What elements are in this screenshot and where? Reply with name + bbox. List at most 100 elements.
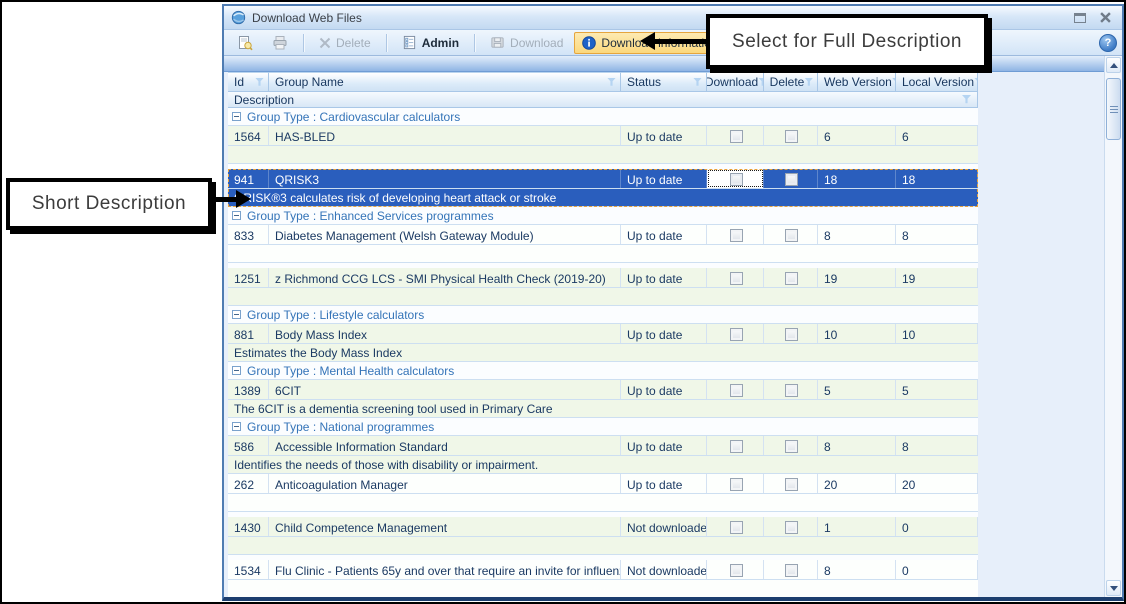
cell-download[interactable] xyxy=(707,517,764,536)
scroll-up-button[interactable] xyxy=(1106,57,1121,73)
column-header-group-name[interactable]: Group Name xyxy=(269,72,621,92)
table-row[interactable]: 941QRISK3Up to date1818 xyxy=(228,169,978,189)
delete-checkbox[interactable] xyxy=(785,478,798,491)
group-header-row[interactable]: Group Type : Enhanced Services programme… xyxy=(228,207,978,225)
delete-checkbox[interactable] xyxy=(785,384,798,397)
delete-checkbox[interactable] xyxy=(785,440,798,453)
group-header-row[interactable]: Group Type : Cardiovascular calculators xyxy=(228,108,978,126)
collapse-icon[interactable] xyxy=(232,211,241,220)
cell-delete[interactable] xyxy=(764,324,818,343)
cell-download[interactable] xyxy=(707,268,764,287)
scrollbar-thumb[interactable] xyxy=(1106,78,1121,140)
description-row[interactable]: Identifies the needs of those with disab… xyxy=(228,456,978,474)
group-header-row[interactable]: Group Type : Lifestyle calculators xyxy=(228,306,978,324)
table-row[interactable]: 13896CITUp to date55 xyxy=(228,380,978,400)
cell-download[interactable] xyxy=(707,126,764,145)
download-checkbox[interactable] xyxy=(730,564,743,577)
description-row[interactable]: Estimates the Body Mass Index xyxy=(228,344,978,362)
delete-checkbox[interactable] xyxy=(785,173,798,186)
description-row[interactable]: QRISK®3 calculates risk of developing he… xyxy=(228,189,978,207)
admin-button[interactable]: Admin xyxy=(394,32,467,54)
download-checkbox[interactable] xyxy=(730,521,743,534)
column-header-delete[interactable]: Delete xyxy=(764,72,818,92)
filter-icon[interactable] xyxy=(693,78,702,87)
delete-checkbox[interactable] xyxy=(785,272,798,285)
delete-checkbox[interactable] xyxy=(785,328,798,341)
help-button[interactable]: ? xyxy=(1099,34,1117,52)
collapse-icon[interactable] xyxy=(232,112,241,121)
table-row[interactable]: 262Anticoagulation ManagerUp to date2020 xyxy=(228,474,978,494)
table-row[interactable]: 1534Flu Clinic - Patients 65y and over t… xyxy=(228,560,978,580)
download-checkbox[interactable] xyxy=(730,440,743,453)
group-header-label: Group Type : Enhanced Services programme… xyxy=(247,209,494,223)
group-header-row[interactable]: Group Type : Mental Health calculators xyxy=(228,362,978,380)
callout-select-full-description: Select for Full Description xyxy=(706,14,988,69)
restore-button[interactable] xyxy=(1074,13,1086,23)
group-header-row[interactable]: Group Type : National programmes xyxy=(228,418,978,436)
vertical-scrollbar[interactable] xyxy=(1104,56,1122,597)
table-row[interactable]: 1251z Richmond CCG LCS - SMI Physical He… xyxy=(228,268,978,288)
cell-delete[interactable] xyxy=(764,517,818,536)
description-row[interactable] xyxy=(228,537,978,555)
collapse-icon[interactable] xyxy=(232,422,241,431)
filter-icon[interactable] xyxy=(974,78,978,87)
cell-download[interactable] xyxy=(707,436,764,455)
cell-download[interactable] xyxy=(707,225,764,244)
table-row[interactable]: 881Body Mass IndexUp to date1010 xyxy=(228,324,978,344)
cell-download[interactable] xyxy=(707,560,764,579)
column-header-download[interactable]: Download xyxy=(707,72,764,92)
column-header-status[interactable]: Status xyxy=(621,72,707,92)
collapse-icon[interactable] xyxy=(232,310,241,319)
cell-download[interactable] xyxy=(707,169,764,188)
download-checkbox[interactable] xyxy=(730,272,743,285)
download-checkbox[interactable] xyxy=(730,384,743,397)
cell-delete[interactable] xyxy=(764,225,818,244)
cell-download[interactable] xyxy=(707,324,764,343)
description-row[interactable] xyxy=(228,245,978,263)
filter-icon[interactable] xyxy=(607,78,616,87)
filter-icon[interactable] xyxy=(962,95,971,104)
table-row[interactable]: 1564HAS-BLEDUp to date66 xyxy=(228,126,978,146)
table-row[interactable]: 833Diabetes Management (Welsh Gateway Mo… xyxy=(228,225,978,245)
delete-checkbox[interactable] xyxy=(785,521,798,534)
description-row[interactable] xyxy=(228,494,978,512)
cell-delete[interactable] xyxy=(764,169,818,188)
description-row[interactable]: The 6CIT is a dementia screening tool us… xyxy=(228,400,978,418)
description-row[interactable] xyxy=(228,580,978,597)
description-row[interactable] xyxy=(228,146,978,164)
download-checkbox[interactable] xyxy=(730,478,743,491)
collapse-icon[interactable] xyxy=(232,366,241,375)
download-button[interactable]: Download xyxy=(482,32,571,54)
cell-delete[interactable] xyxy=(764,268,818,287)
download-checkbox[interactable] xyxy=(730,173,743,186)
column-header-web-version[interactable]: Web Version xyxy=(818,72,896,92)
download-checkbox[interactable] xyxy=(730,229,743,242)
delete-checkbox[interactable] xyxy=(785,564,798,577)
cell-id: 1534 xyxy=(228,560,269,579)
print-button[interactable] xyxy=(264,32,296,54)
filter-icon[interactable] xyxy=(804,78,813,87)
grid-body: Group Type : Cardiovascular calculators1… xyxy=(228,108,978,597)
cell-delete[interactable] xyxy=(764,380,818,399)
cell-delete[interactable] xyxy=(764,474,818,493)
print-preview-button[interactable] xyxy=(229,32,261,54)
cell-download[interactable] xyxy=(707,380,764,399)
download-checkbox[interactable] xyxy=(730,328,743,341)
cell-delete[interactable] xyxy=(764,436,818,455)
download-checkbox[interactable] xyxy=(730,130,743,143)
description-row[interactable] xyxy=(228,288,978,306)
table-row[interactable]: 586Accessible Information StandardUp to … xyxy=(228,436,978,456)
cell-delete[interactable] xyxy=(764,126,818,145)
cell-delete[interactable] xyxy=(764,560,818,579)
delete-checkbox[interactable] xyxy=(785,130,798,143)
filter-icon[interactable] xyxy=(255,78,264,87)
table-row[interactable]: 1430Child Competence ManagementNot downl… xyxy=(228,517,978,537)
cell-download[interactable] xyxy=(707,474,764,493)
delete-checkbox[interactable] xyxy=(785,229,798,242)
column-header-id[interactable]: Id xyxy=(228,72,269,92)
delete-button[interactable]: Delete xyxy=(311,32,379,54)
close-button[interactable] xyxy=(1100,12,1111,23)
column-header-local-version[interactable]: Local Version xyxy=(896,72,978,92)
callout-short-text: Short Description xyxy=(32,193,186,215)
scroll-down-button[interactable] xyxy=(1106,580,1121,596)
